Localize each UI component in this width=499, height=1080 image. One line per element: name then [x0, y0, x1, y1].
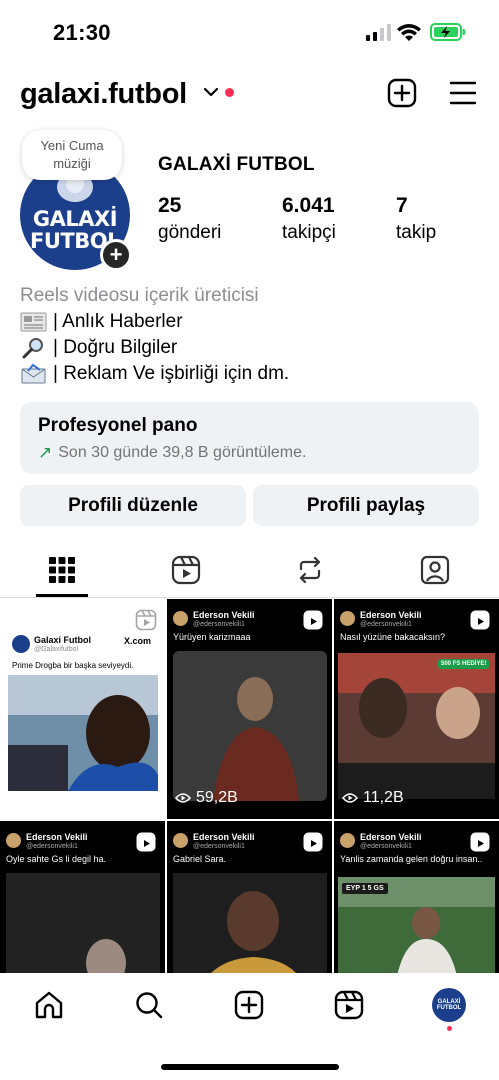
- category-label: Reels videosu içerik üreticisi: [20, 285, 259, 306]
- active-tab-indicator: [36, 594, 88, 597]
- notification-dot: [225, 88, 234, 97]
- play-count-icon: [342, 793, 358, 803]
- posts-grid: Galaxi Futbol @Galaxifutbol Prime Drogba…: [0, 599, 499, 973]
- add-story-button[interactable]: +: [100, 239, 132, 271]
- note-bubble[interactable]: Yeni Cuma müziği: [22, 130, 122, 180]
- dashboard-subtitle: ↗ Son 30 günde 39,8 B görüntüleme.: [38, 443, 307, 462]
- score-badge: EYP 1 5 GS: [342, 883, 388, 894]
- edit-profile-button[interactable]: Profili düzenle: [20, 485, 246, 526]
- player-photo: [6, 873, 160, 973]
- account-switcher[interactable]: galaxi.futbol: [20, 78, 187, 111]
- search-icon[interactable]: [134, 990, 164, 1020]
- reels-icon: [470, 832, 490, 852]
- player-photo: [173, 651, 327, 801]
- player-photo: [173, 873, 327, 973]
- play-count-icon: [175, 793, 191, 803]
- avatar: [173, 611, 188, 626]
- envelope-icon: [21, 363, 46, 384]
- avatar: [12, 635, 30, 653]
- newspaper-icon: [20, 312, 47, 332]
- reels-icon: [135, 609, 157, 631]
- wifi-icon: [397, 24, 421, 41]
- promo-badge: 500 FS HEDİYE!: [438, 659, 490, 669]
- post-thumbnail[interactable]: Ederson Vekili @edersonvekili1 Nasıl yüz…: [334, 599, 499, 819]
- view-count: 11,2B: [342, 789, 404, 807]
- notification-dot: [447, 1026, 452, 1031]
- share-profile-button[interactable]: Profili paylaş: [253, 485, 479, 526]
- avatar: [340, 611, 355, 626]
- dashboard-title: Profesyonel pano: [38, 415, 198, 436]
- magnifier-icon: [22, 338, 43, 359]
- view-count: 1.295: [8, 789, 69, 807]
- play-count-icon: [8, 793, 24, 803]
- chevron-down-icon[interactable]: [203, 86, 219, 98]
- cellular-signal-icon: [366, 24, 391, 41]
- tagged-icon[interactable]: [419, 554, 451, 586]
- bio-line: | Doğru Bilgiler: [20, 335, 289, 361]
- create-post-icon[interactable]: [387, 78, 417, 108]
- home-indicator[interactable]: [161, 1064, 339, 1070]
- status-bar: 21:30: [0, 0, 499, 66]
- avatar: [6, 833, 21, 848]
- reels-icon: [136, 832, 156, 852]
- menu-icon[interactable]: [449, 80, 477, 106]
- battery-charging-icon: [430, 23, 465, 41]
- view-count: 59,2B: [175, 789, 238, 807]
- post-thumbnail[interactable]: Ederson Vekili @edersonvekili1 Gabriel S…: [167, 821, 332, 973]
- post-thumbnail[interactable]: Galaxi Futbol @Galaxifutbol Prime Drogba…: [0, 599, 165, 819]
- post-thumbnail[interactable]: Ederson Vekili @edersonvekili1 Yanlis za…: [334, 821, 499, 973]
- create-icon[interactable]: [234, 990, 264, 1020]
- player-photo: [8, 675, 158, 791]
- full-name: GALAXİ FUTBOL: [158, 154, 315, 175]
- trend-up-icon: ↗: [38, 443, 53, 462]
- reels-icon: [303, 610, 323, 630]
- posts-count[interactable]: 25 gönderi: [158, 194, 221, 244]
- avatar: [340, 833, 355, 848]
- reels-icon: [303, 832, 323, 852]
- bio: Reels videosu içerik üreticisi | Anlık H…: [20, 283, 289, 387]
- bio-line: | Reklam Ve işbirliği için dm.: [20, 361, 289, 387]
- following-count[interactable]: 7 takip: [396, 194, 436, 244]
- avatar: [173, 833, 188, 848]
- reels-icon[interactable]: [170, 554, 202, 586]
- home-icon[interactable]: [34, 990, 64, 1020]
- post-thumbnail[interactable]: Ederson Vekili @edersonvekili1 Oyle saht…: [0, 821, 165, 973]
- profile-tabs: [0, 546, 499, 598]
- professional-dashboard[interactable]: Profesyonel pano ↗ Son 30 günde 39,8 B g…: [20, 402, 479, 474]
- profile-avatar[interactable]: GALAXİ FUTBOL: [432, 988, 466, 1022]
- followers-count[interactable]: 6.041 takipçi: [282, 194, 336, 244]
- reels-icon[interactable]: [334, 990, 364, 1020]
- source-label: X.com: [123, 636, 151, 646]
- interview-photo: [338, 653, 495, 799]
- grid-icon[interactable]: [46, 554, 78, 586]
- clock: 21:30: [53, 20, 111, 45]
- profile-header: galaxi.futbol: [0, 70, 499, 118]
- reels-icon: [470, 610, 490, 630]
- post-thumbnail[interactable]: Ederson Vekili @edersonvekili1 Yürüyen k…: [167, 599, 332, 819]
- bio-line: | Anlık Haberler: [20, 309, 289, 335]
- reposts-icon[interactable]: [294, 554, 326, 586]
